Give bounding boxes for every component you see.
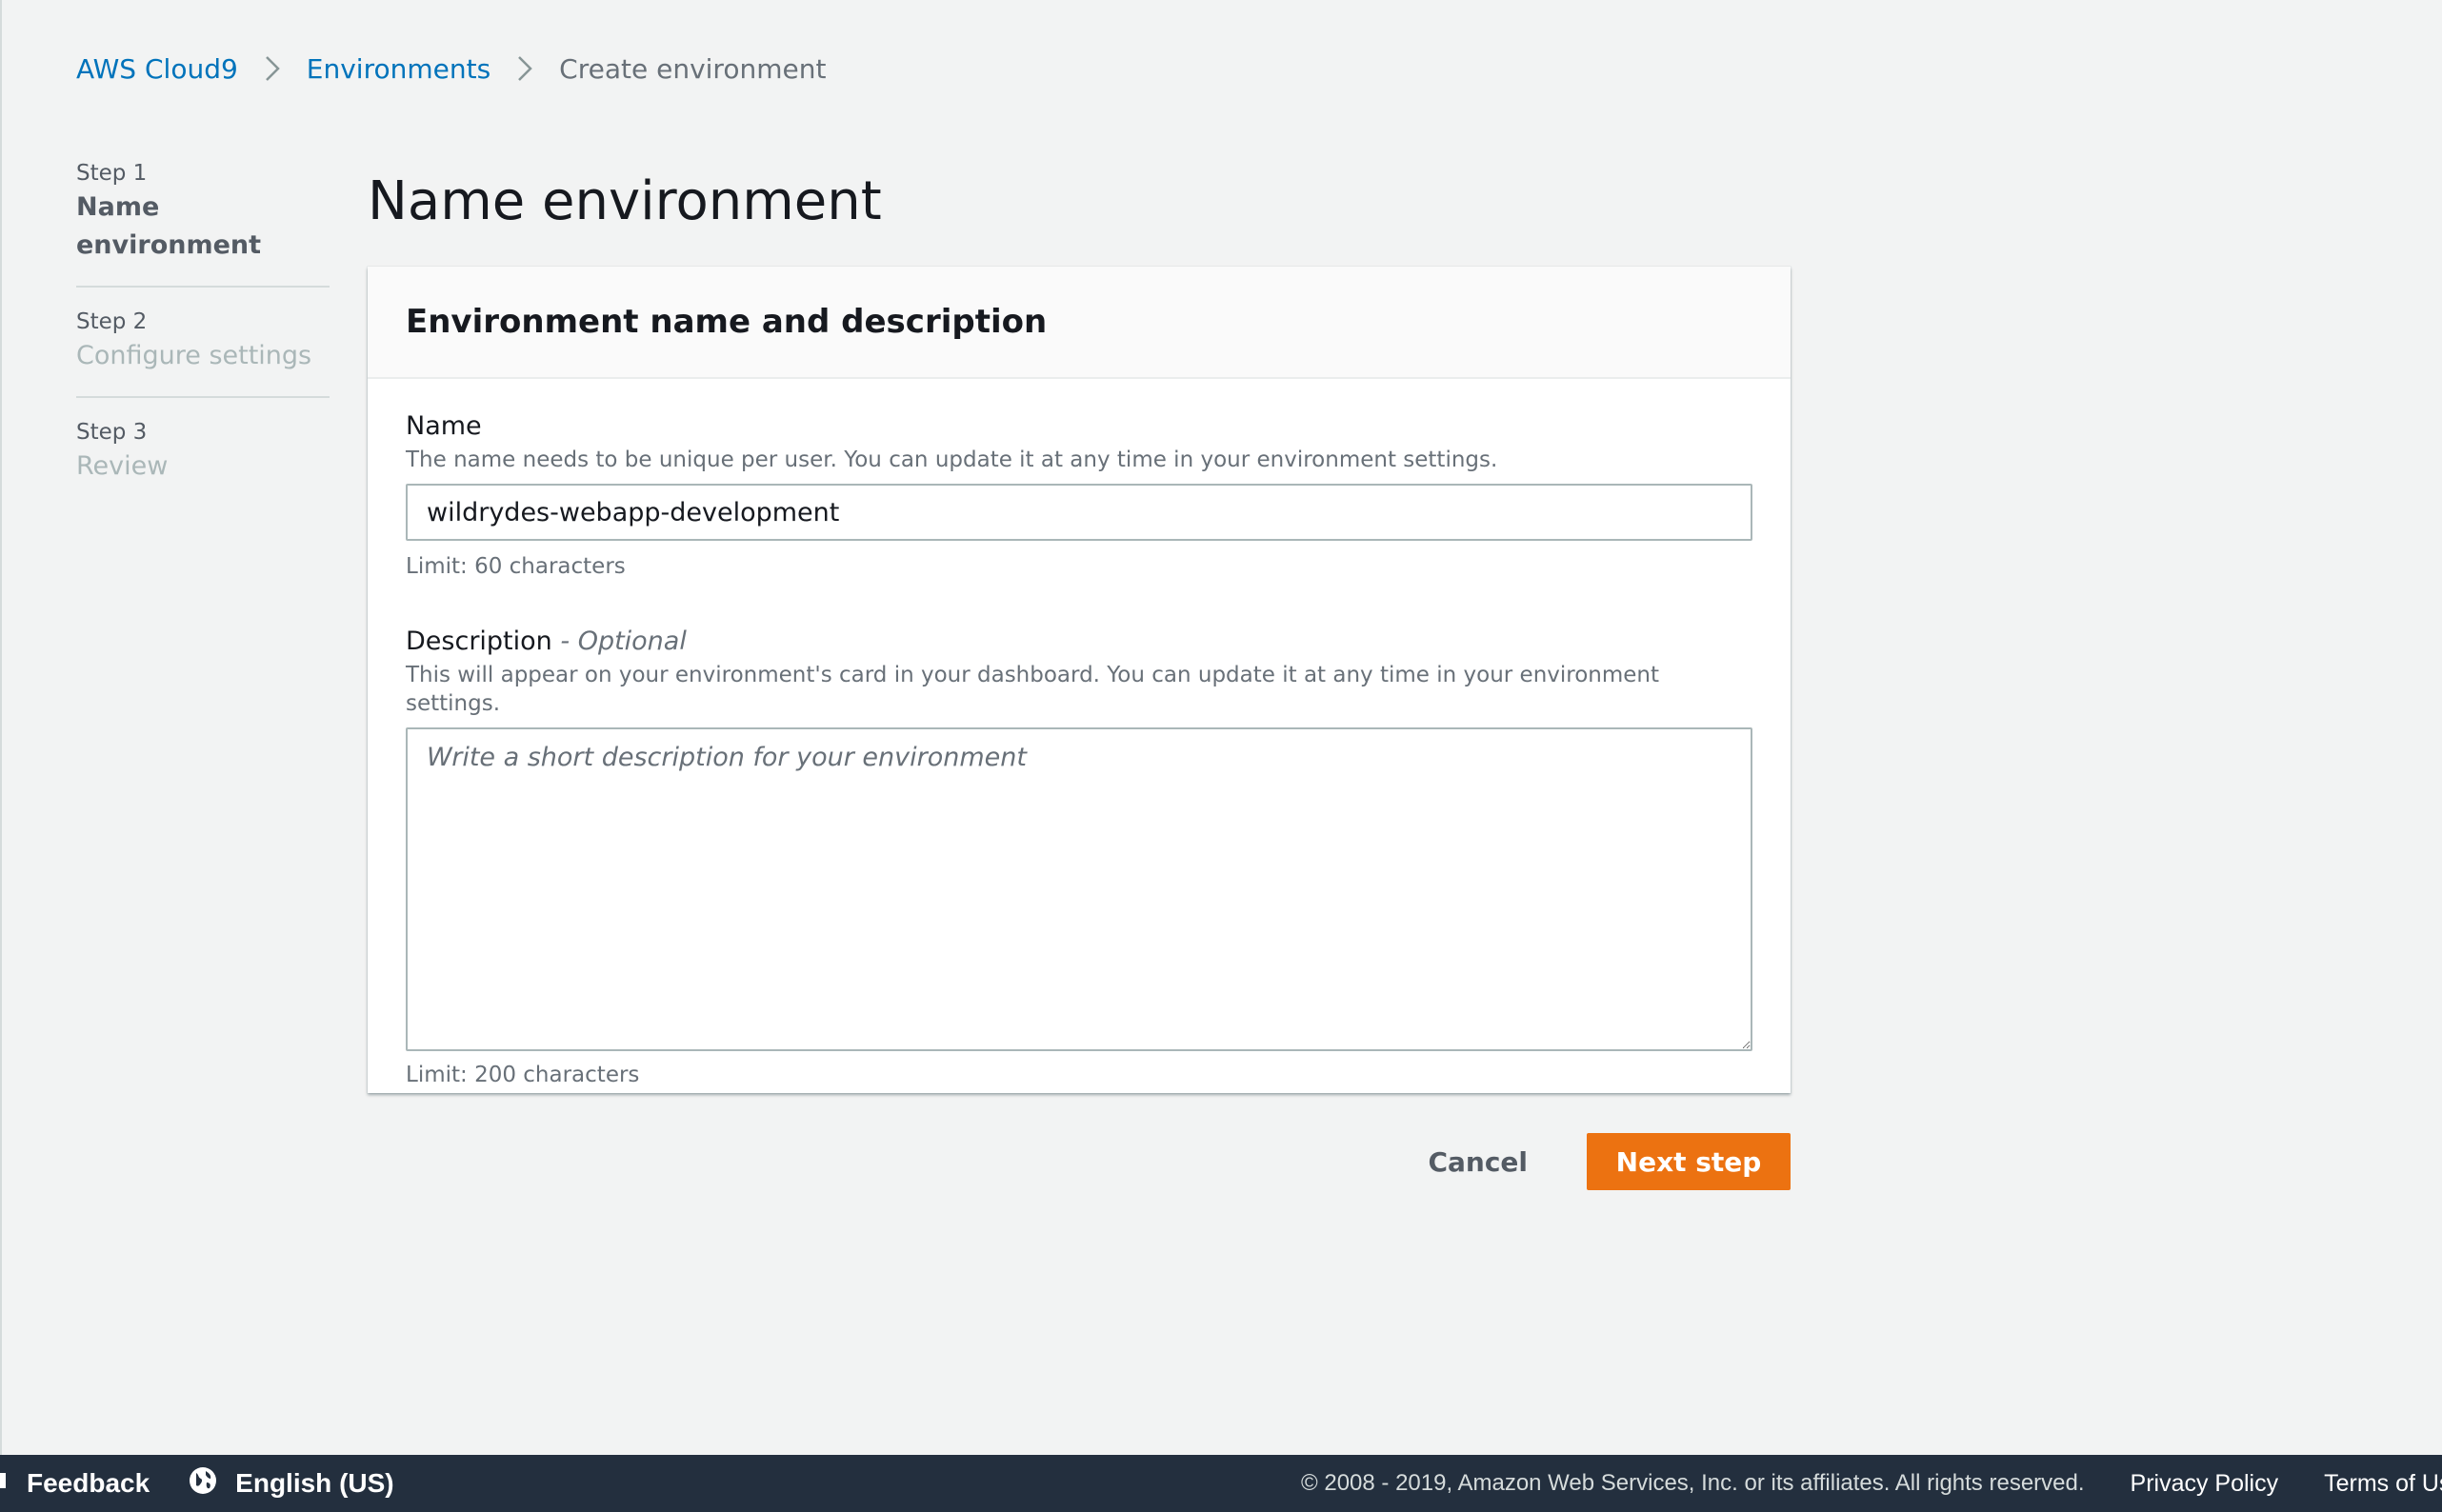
description-field-group: Description - Optional This will appear …: [406, 623, 1752, 1091]
page-title: Name environment: [368, 170, 882, 232]
chevron-right-icon: [504, 55, 546, 82]
feedback-button[interactable]: Feedback: [0, 1468, 150, 1499]
cancel-button[interactable]: Cancel: [1409, 1133, 1547, 1190]
breadcrumb: AWS Cloud9 Environments Create environme…: [76, 48, 826, 90]
description-label-text: Description: [406, 627, 552, 656]
copyright-text: © 2008 - 2019, Amazon Web Services, Inc.…: [1301, 1470, 2085, 1496]
terms-of-use-link[interactable]: Terms of Use: [2324, 1470, 2442, 1498]
panel-title: Environment name and description: [406, 303, 1048, 341]
wizard-step-2: Step 2 Configure settings: [76, 307, 330, 398]
wizard-step-3: Step 3 Review: [76, 417, 330, 507]
chevron-right-icon: [251, 55, 293, 82]
description-limit: Limit: 200 characters: [406, 1063, 640, 1087]
panel-body: Name The name needs to be unique per use…: [368, 379, 1791, 1091]
panel-header: Environment name and description: [368, 267, 1791, 379]
name-limit: Limit: 60 characters: [406, 554, 626, 579]
step-number: Step 1: [76, 161, 148, 186]
breadcrumb-item-create-environment: Create environment: [559, 52, 827, 85]
step-number: Step 3: [76, 420, 148, 445]
name-field-group: Name The name needs to be unique per use…: [406, 408, 1752, 583]
privacy-policy-link[interactable]: Privacy Policy: [2131, 1470, 2279, 1498]
next-step-button[interactable]: Next step: [1587, 1133, 1791, 1190]
breadcrumb-item-aws-cloud9[interactable]: AWS Cloud9: [76, 53, 238, 85]
description-label: Description - Optional: [406, 623, 1752, 661]
window-edge: [0, 0, 2, 1455]
name-hint: The name needs to be unique per user. Yo…: [406, 448, 1498, 472]
name-input[interactable]: [406, 484, 1752, 541]
name-label: Name: [406, 411, 482, 441]
console-footer: Feedback English (US) © 2008 - 2019, Ama…: [0, 1455, 2442, 1512]
optional-marker: - Optional: [551, 627, 687, 656]
globe-icon: [188, 1465, 218, 1502]
description-textarea[interactable]: [406, 727, 1752, 1051]
language-label: English (US): [235, 1468, 394, 1498]
footer-right: © 2008 - 2019, Amazon Web Services, Inc.…: [1301, 1455, 2442, 1512]
wizard-actions: Cancel Next step: [1409, 1133, 1791, 1190]
feedback-icon: [0, 1469, 13, 1498]
feedback-label: Feedback: [27, 1468, 150, 1498]
step-label: Name environment: [76, 192, 262, 260]
step-label: Configure settings: [76, 341, 312, 370]
footer-left: Feedback English (US): [0, 1455, 394, 1512]
step-number: Step 2: [76, 309, 148, 334]
wizard-step-1: Step 1 Name environment: [76, 158, 330, 288]
wizard-steps: Step 1 Name environment Step 2 Configure…: [76, 158, 330, 526]
step-label: Review: [76, 451, 169, 481]
breadcrumb-item-environments[interactable]: Environments: [307, 53, 490, 85]
language-selector[interactable]: English (US): [150, 1465, 394, 1502]
description-hint: This will appear on your environment's c…: [406, 663, 1660, 716]
environment-panel: Environment name and description Name Th…: [368, 267, 1791, 1093]
